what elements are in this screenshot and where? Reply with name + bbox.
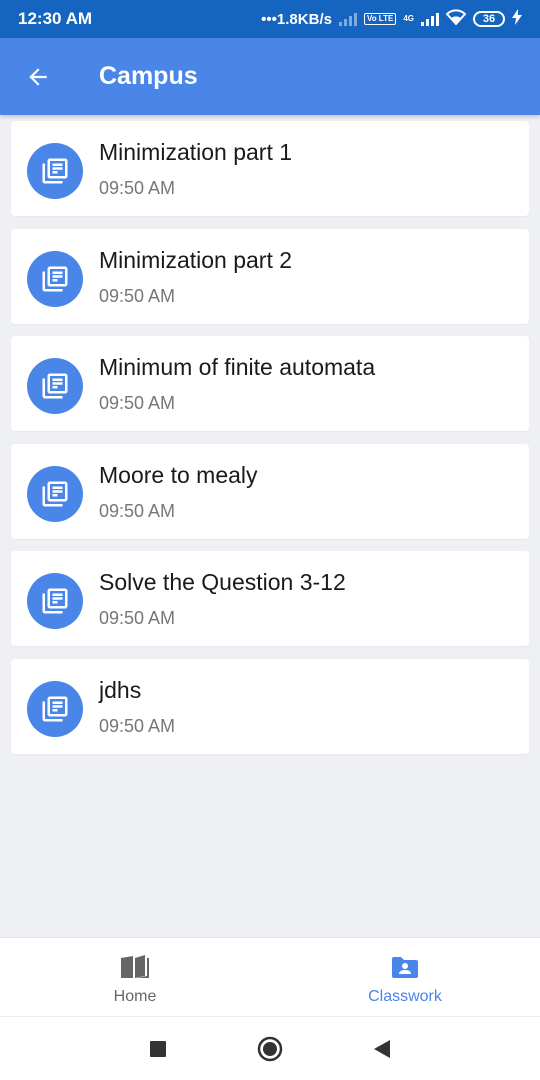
charging-icon — [512, 9, 522, 29]
item-title: Minimum of finite automata — [99, 354, 376, 380]
item-title: Solve the Question 3-12 — [99, 569, 346, 595]
item-time: 09:50 AM — [99, 285, 176, 306]
status-indicators: •••1.8KB/s Vo LTE 4G 36 — [261, 9, 522, 29]
item-time: 09:50 AM — [99, 500, 176, 521]
nav-home[interactable]: Home — [0, 938, 270, 1017]
recents-button[interactable] — [102, 1017, 214, 1080]
list-item[interactable]: Minimization part 1 09:50 AM — [11, 121, 529, 216]
signal-icon — [421, 12, 439, 26]
list-item[interactable]: Minimum of finite automata 09:50 AM — [11, 336, 529, 431]
folder-account-icon — [390, 954, 420, 980]
item-title: Moore to mealy — [99, 461, 258, 488]
page-title: Campus — [99, 62, 198, 90]
network-type-label: 4G — [403, 14, 414, 23]
nav-home-label: Home — [113, 988, 157, 1005]
list-item[interactable]: jdhs 09:50 AM — [11, 658, 529, 754]
list-item[interactable]: Minimization part 2 09:50 AM — [11, 228, 529, 324]
library-books-icon — [27, 250, 83, 307]
classwork-list: Minimization part 1 09:50 AM Minimizatio… — [11, 121, 529, 766]
circle-icon — [257, 1036, 283, 1061]
status-time: 12:30 AM — [18, 9, 93, 28]
nav-classwork[interactable]: Classwork — [270, 938, 540, 1017]
library-books-icon — [27, 680, 83, 737]
secondary-signal-icon — [338, 12, 357, 26]
home-system-button[interactable] — [214, 1017, 326, 1080]
library-books-icon — [27, 465, 83, 522]
item-time: 09:50 AM — [99, 178, 176, 198]
bottom-navigation: Home Classwork — [0, 937, 540, 1016]
battery-icon: 36 — [473, 11, 505, 27]
system-navigation-bar — [0, 1016, 540, 1080]
network-speed: •••1.8KB/s — [261, 10, 332, 28]
library-books-icon — [27, 573, 83, 629]
item-title: Minimization part 1 — [99, 139, 293, 165]
status-bar: 12:30 AM •••1.8KB/s Vo LTE 4G 36 — [0, 0, 540, 38]
item-time: 09:50 AM — [99, 608, 176, 628]
square-icon — [150, 1040, 166, 1057]
wifi-icon — [445, 9, 467, 29]
nav-classwork-label: Classwork — [368, 988, 442, 1005]
battery-level: 36 — [482, 13, 496, 25]
back-system-button[interactable] — [326, 1017, 438, 1080]
app-bar: Campus — [0, 38, 540, 115]
list-item[interactable]: Solve the Question 3-12 09:50 AM — [11, 551, 529, 646]
book-open-icon — [119, 954, 151, 980]
library-books-icon — [27, 358, 83, 414]
item-time: 09:50 AM — [99, 715, 176, 736]
list-item[interactable]: Moore to mealy 09:50 AM — [11, 443, 529, 539]
back-button[interactable] — [18, 57, 58, 97]
arrow-left-icon — [29, 67, 47, 86]
volte-badge: Vo LTE — [363, 13, 397, 25]
triangle-back-icon — [374, 1039, 390, 1058]
item-time: 09:50 AM — [99, 393, 176, 413]
item-title: Minimization part 2 — [99, 246, 293, 273]
library-books-icon — [27, 143, 83, 199]
item-title: jdhs — [99, 676, 142, 703]
